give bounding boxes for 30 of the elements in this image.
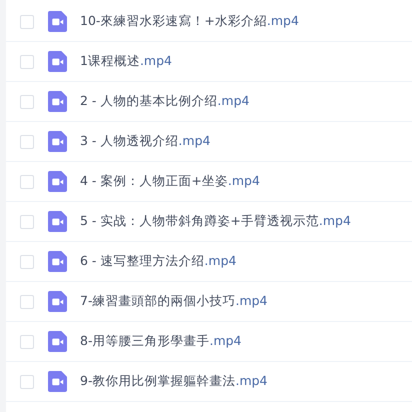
video-file-icon	[48, 131, 67, 152]
checkbox[interactable]	[20, 374, 34, 388]
checkbox[interactable]	[20, 94, 34, 108]
video-file-icon	[48, 251, 67, 272]
file-name[interactable]: 5 - 实战：人物带斜角蹲姿+手臂透视示范.mp4	[80, 213, 351, 230]
video-file-icon	[48, 371, 67, 392]
file-name[interactable]: 1课程概述.mp4	[80, 53, 172, 70]
checkbox[interactable]	[20, 254, 34, 268]
file-name[interactable]: 9-教你用比例掌握軀幹畫法.mp4	[80, 373, 268, 390]
file-name[interactable]: 3 - 人物透视介绍.mp4	[80, 133, 210, 150]
checkbox[interactable]	[20, 14, 34, 28]
file-name[interactable]: 4 - 案例：人物正面+坐姿.mp4	[80, 173, 260, 190]
video-file-icon	[48, 171, 67, 192]
checkbox[interactable]	[20, 54, 34, 68]
video-file-icon	[48, 51, 67, 72]
checkbox[interactable]	[20, 294, 34, 308]
file-name[interactable]: 8-用等腰三角形學畫手.mp4	[80, 333, 242, 350]
checkbox[interactable]	[20, 214, 34, 228]
file-name[interactable]: 7-練習畫頭部的兩個小技巧.mp4	[80, 293, 268, 310]
file-name[interactable]: 2 - 人物的基本比例介绍.mp4	[80, 93, 250, 110]
file-name[interactable]: 10-來練習水彩速寫！+水彩介紹.mp4	[80, 13, 299, 30]
video-file-icon	[48, 11, 67, 32]
video-file-icon	[48, 331, 67, 352]
video-file-icon	[48, 291, 67, 312]
checkbox[interactable]	[20, 334, 34, 348]
file-name[interactable]: 6 - 速写整理方法介绍.mp4	[80, 253, 236, 270]
checkbox[interactable]	[20, 174, 34, 188]
video-file-icon	[48, 91, 67, 112]
checkbox[interactable]	[20, 134, 34, 148]
video-file-icon	[48, 211, 67, 232]
